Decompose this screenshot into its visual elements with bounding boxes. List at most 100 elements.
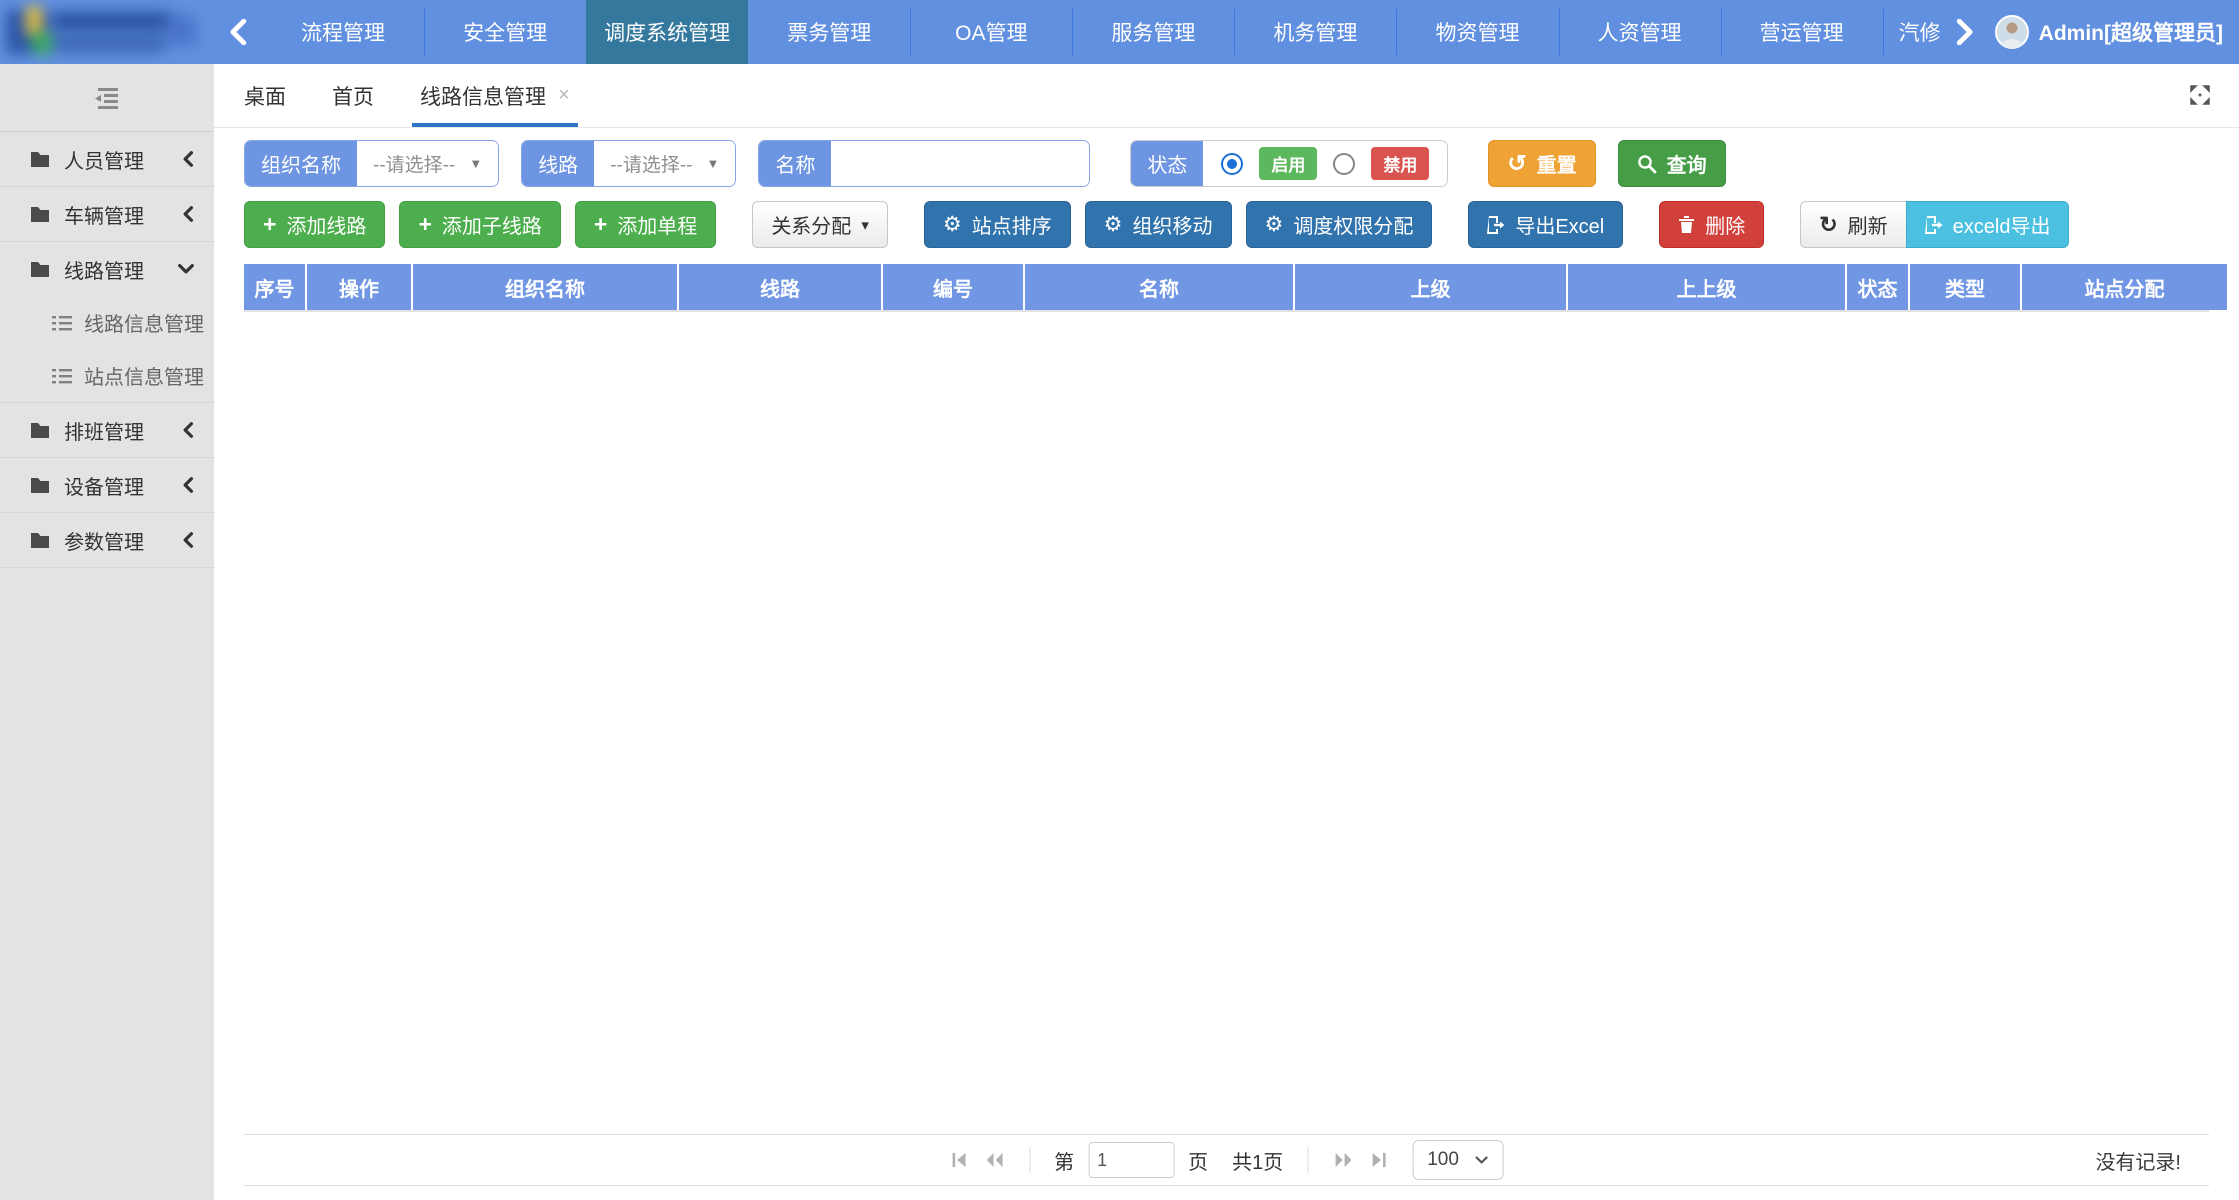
plus-icon: + xyxy=(594,213,607,236)
data-grid: 序号 操作 组织名称 线路 编号 名称 上级 上上级 状态 类型 站点分配 xyxy=(244,264,2209,1186)
col-header-code: 编号 xyxy=(882,264,1024,310)
button-label: 删除 xyxy=(1705,210,1745,239)
top-navbar: 流程管理 安全管理 调度系统管理 票务管理 OA管理 服务管理 机务管理 物资管… xyxy=(0,0,2239,64)
refresh-export-group: ↻ 刷新 exceld导出 xyxy=(1800,201,2069,248)
next-page-icon[interactable] xyxy=(1332,1150,1354,1170)
add-line-button[interactable]: + 添加线路 xyxy=(244,201,385,248)
sidebar-item-label: 车辆管理 xyxy=(64,200,144,229)
org-name-filter: 组织名称 --请选择-- ▼ xyxy=(244,140,499,187)
nav-scroll-left-icon[interactable] xyxy=(214,0,262,64)
search-icon xyxy=(1637,154,1657,174)
fullscreen-icon[interactable] xyxy=(2187,82,2213,113)
chevron-down-icon xyxy=(1475,1155,1489,1165)
org-move-button[interactable]: ⚙ 组织移动 xyxy=(1085,201,1232,248)
filter-row: 组织名称 --请选择-- ▼ 线路 --请选择-- ▼ 名称 状态 启用 禁用 xyxy=(244,140,2209,187)
sidebar-item-personnel[interactable]: 人员管理 xyxy=(0,132,214,186)
add-subline-button[interactable]: + 添加子线路 xyxy=(399,201,560,248)
chevron-left-icon xyxy=(182,151,194,167)
prev-page-icon[interactable] xyxy=(983,1150,1005,1170)
select-value: --请选择-- xyxy=(373,150,455,177)
select-value: --请选择-- xyxy=(610,150,692,177)
nav-item-service[interactable]: 服务管理 xyxy=(1072,0,1234,64)
sidebar-subitem-label: 站点信息管理 xyxy=(84,361,204,390)
user-menu[interactable]: Admin[超级管理员] xyxy=(1989,0,2239,64)
reset-button[interactable]: ↺ 重置 xyxy=(1488,140,1595,187)
sidebar-item-label: 设备管理 xyxy=(64,471,144,500)
page-prefix-label: 第 xyxy=(1054,1146,1074,1175)
org-name-select[interactable]: --请选择-- ▼ xyxy=(357,141,498,186)
sidebar-item-lines[interactable]: 线路管理 xyxy=(0,242,214,296)
page-number-input[interactable] xyxy=(1088,1142,1174,1178)
folder-icon xyxy=(30,422,50,439)
sidebar-subitem-station-info[interactable]: 站点信息管理 xyxy=(0,349,214,402)
nav-item-hr[interactable]: 人资管理 xyxy=(1559,0,1721,64)
button-label: 刷新 xyxy=(1848,210,1888,239)
status-enabled-radio[interactable] xyxy=(1221,153,1243,175)
nav-item-operations[interactable]: 营运管理 xyxy=(1721,0,1883,64)
sidebar-collapse-icon[interactable] xyxy=(0,64,214,132)
status-enabled-badge[interactable]: 启用 xyxy=(1259,147,1317,180)
add-oneway-button[interactable]: + 添加单程 xyxy=(575,201,716,248)
export-excel-button[interactable]: 导出Excel xyxy=(1468,201,1623,248)
folder-icon xyxy=(30,206,50,223)
sidebar-item-parameters[interactable]: 参数管理 xyxy=(0,513,214,567)
tab-home[interactable]: 首页 xyxy=(332,64,374,127)
button-label: exceld导出 xyxy=(1953,210,2051,239)
plus-icon: + xyxy=(263,213,276,236)
dispatch-permission-button[interactable]: ⚙ 调度权限分配 xyxy=(1246,201,1433,248)
station-sort-button[interactable]: ⚙ 站点排序 xyxy=(924,201,1071,248)
delete-button[interactable]: 删除 xyxy=(1659,201,1764,248)
nav-item-ticketing[interactable]: 票务管理 xyxy=(748,0,910,64)
sidebar-item-label: 排班管理 xyxy=(64,416,144,445)
sidebar-subitem-line-info[interactable]: 线路信息管理 xyxy=(0,296,214,349)
caret-down-icon: ▼ xyxy=(707,156,720,171)
folder-icon xyxy=(30,261,50,278)
page-size-select[interactable]: 100 xyxy=(1412,1140,1504,1180)
button-label: 导出Excel xyxy=(1515,210,1604,239)
nav-item-safety[interactable]: 安全管理 xyxy=(424,0,586,64)
button-label: 调度权限分配 xyxy=(1293,210,1413,239)
refresh-button[interactable]: ↻ 刷新 xyxy=(1800,201,1906,248)
search-button[interactable]: 查询 xyxy=(1618,140,1726,187)
tab-close-icon[interactable]: × xyxy=(558,84,570,107)
button-label: 添加线路 xyxy=(286,210,366,239)
refresh-icon: ↻ xyxy=(1819,214,1837,236)
nav-item-oa[interactable]: OA管理 xyxy=(910,0,1072,64)
exceld-export-button[interactable]: exceld导出 xyxy=(1906,201,2070,248)
sidebar-item-equipment[interactable]: 设备管理 xyxy=(0,458,214,512)
status-label: 状态 xyxy=(1131,141,1203,186)
status-disabled-radio[interactable] xyxy=(1333,153,1355,175)
list-icon xyxy=(52,368,72,384)
nav-item-vehicle-repair[interactable]: 汽修 xyxy=(1883,0,1941,64)
sidebar-item-vehicles[interactable]: 车辆管理 xyxy=(0,187,214,241)
tab-desktop[interactable]: 桌面 xyxy=(244,64,286,127)
caret-down-icon: ▾ xyxy=(861,216,869,234)
nav-item-process[interactable]: 流程管理 xyxy=(262,0,424,64)
nav-item-machinery[interactable]: 机务管理 xyxy=(1234,0,1396,64)
first-page-icon[interactable] xyxy=(949,1150,969,1170)
last-page-icon[interactable] xyxy=(1368,1150,1388,1170)
nav-menu: 流程管理 安全管理 调度系统管理 票务管理 OA管理 服务管理 机务管理 物资管… xyxy=(262,0,1941,64)
tab-line-info[interactable]: 线路信息管理 × xyxy=(420,64,570,127)
sidebar-subitem-label: 线路信息管理 xyxy=(84,308,204,337)
tab-label: 线路信息管理 xyxy=(420,81,546,111)
button-label: 添加单程 xyxy=(617,210,697,239)
main-content: 桌面 首页 线路信息管理 × 组织名称 --请选择-- ▼ 线路 xyxy=(214,64,2239,1200)
nav-item-materials[interactable]: 物资管理 xyxy=(1396,0,1558,64)
nav-scroll-right-icon[interactable] xyxy=(1941,0,1989,64)
button-label: 站点排序 xyxy=(972,210,1052,239)
line-select[interactable]: --请选择-- ▼ xyxy=(594,141,735,186)
sidebar-item-scheduling[interactable]: 排班管理 xyxy=(0,403,214,457)
total-pages-label: 共1页 xyxy=(1232,1146,1283,1175)
folder-icon xyxy=(30,151,50,168)
status-disabled-badge[interactable]: 禁用 xyxy=(1371,147,1429,180)
button-label: 添加子线路 xyxy=(442,210,542,239)
col-header-org-name: 组织名称 xyxy=(412,264,678,310)
chevron-down-icon xyxy=(178,263,194,275)
list-icon xyxy=(52,315,72,331)
sidebar-item-label: 线路管理 xyxy=(64,255,144,284)
name-input[interactable] xyxy=(831,141,1089,186)
relation-assign-dropdown[interactable]: 关系分配 ▾ xyxy=(752,201,888,248)
pager-divider xyxy=(1307,1147,1308,1173)
nav-item-dispatch-system[interactable]: 调度系统管理 xyxy=(586,0,748,64)
